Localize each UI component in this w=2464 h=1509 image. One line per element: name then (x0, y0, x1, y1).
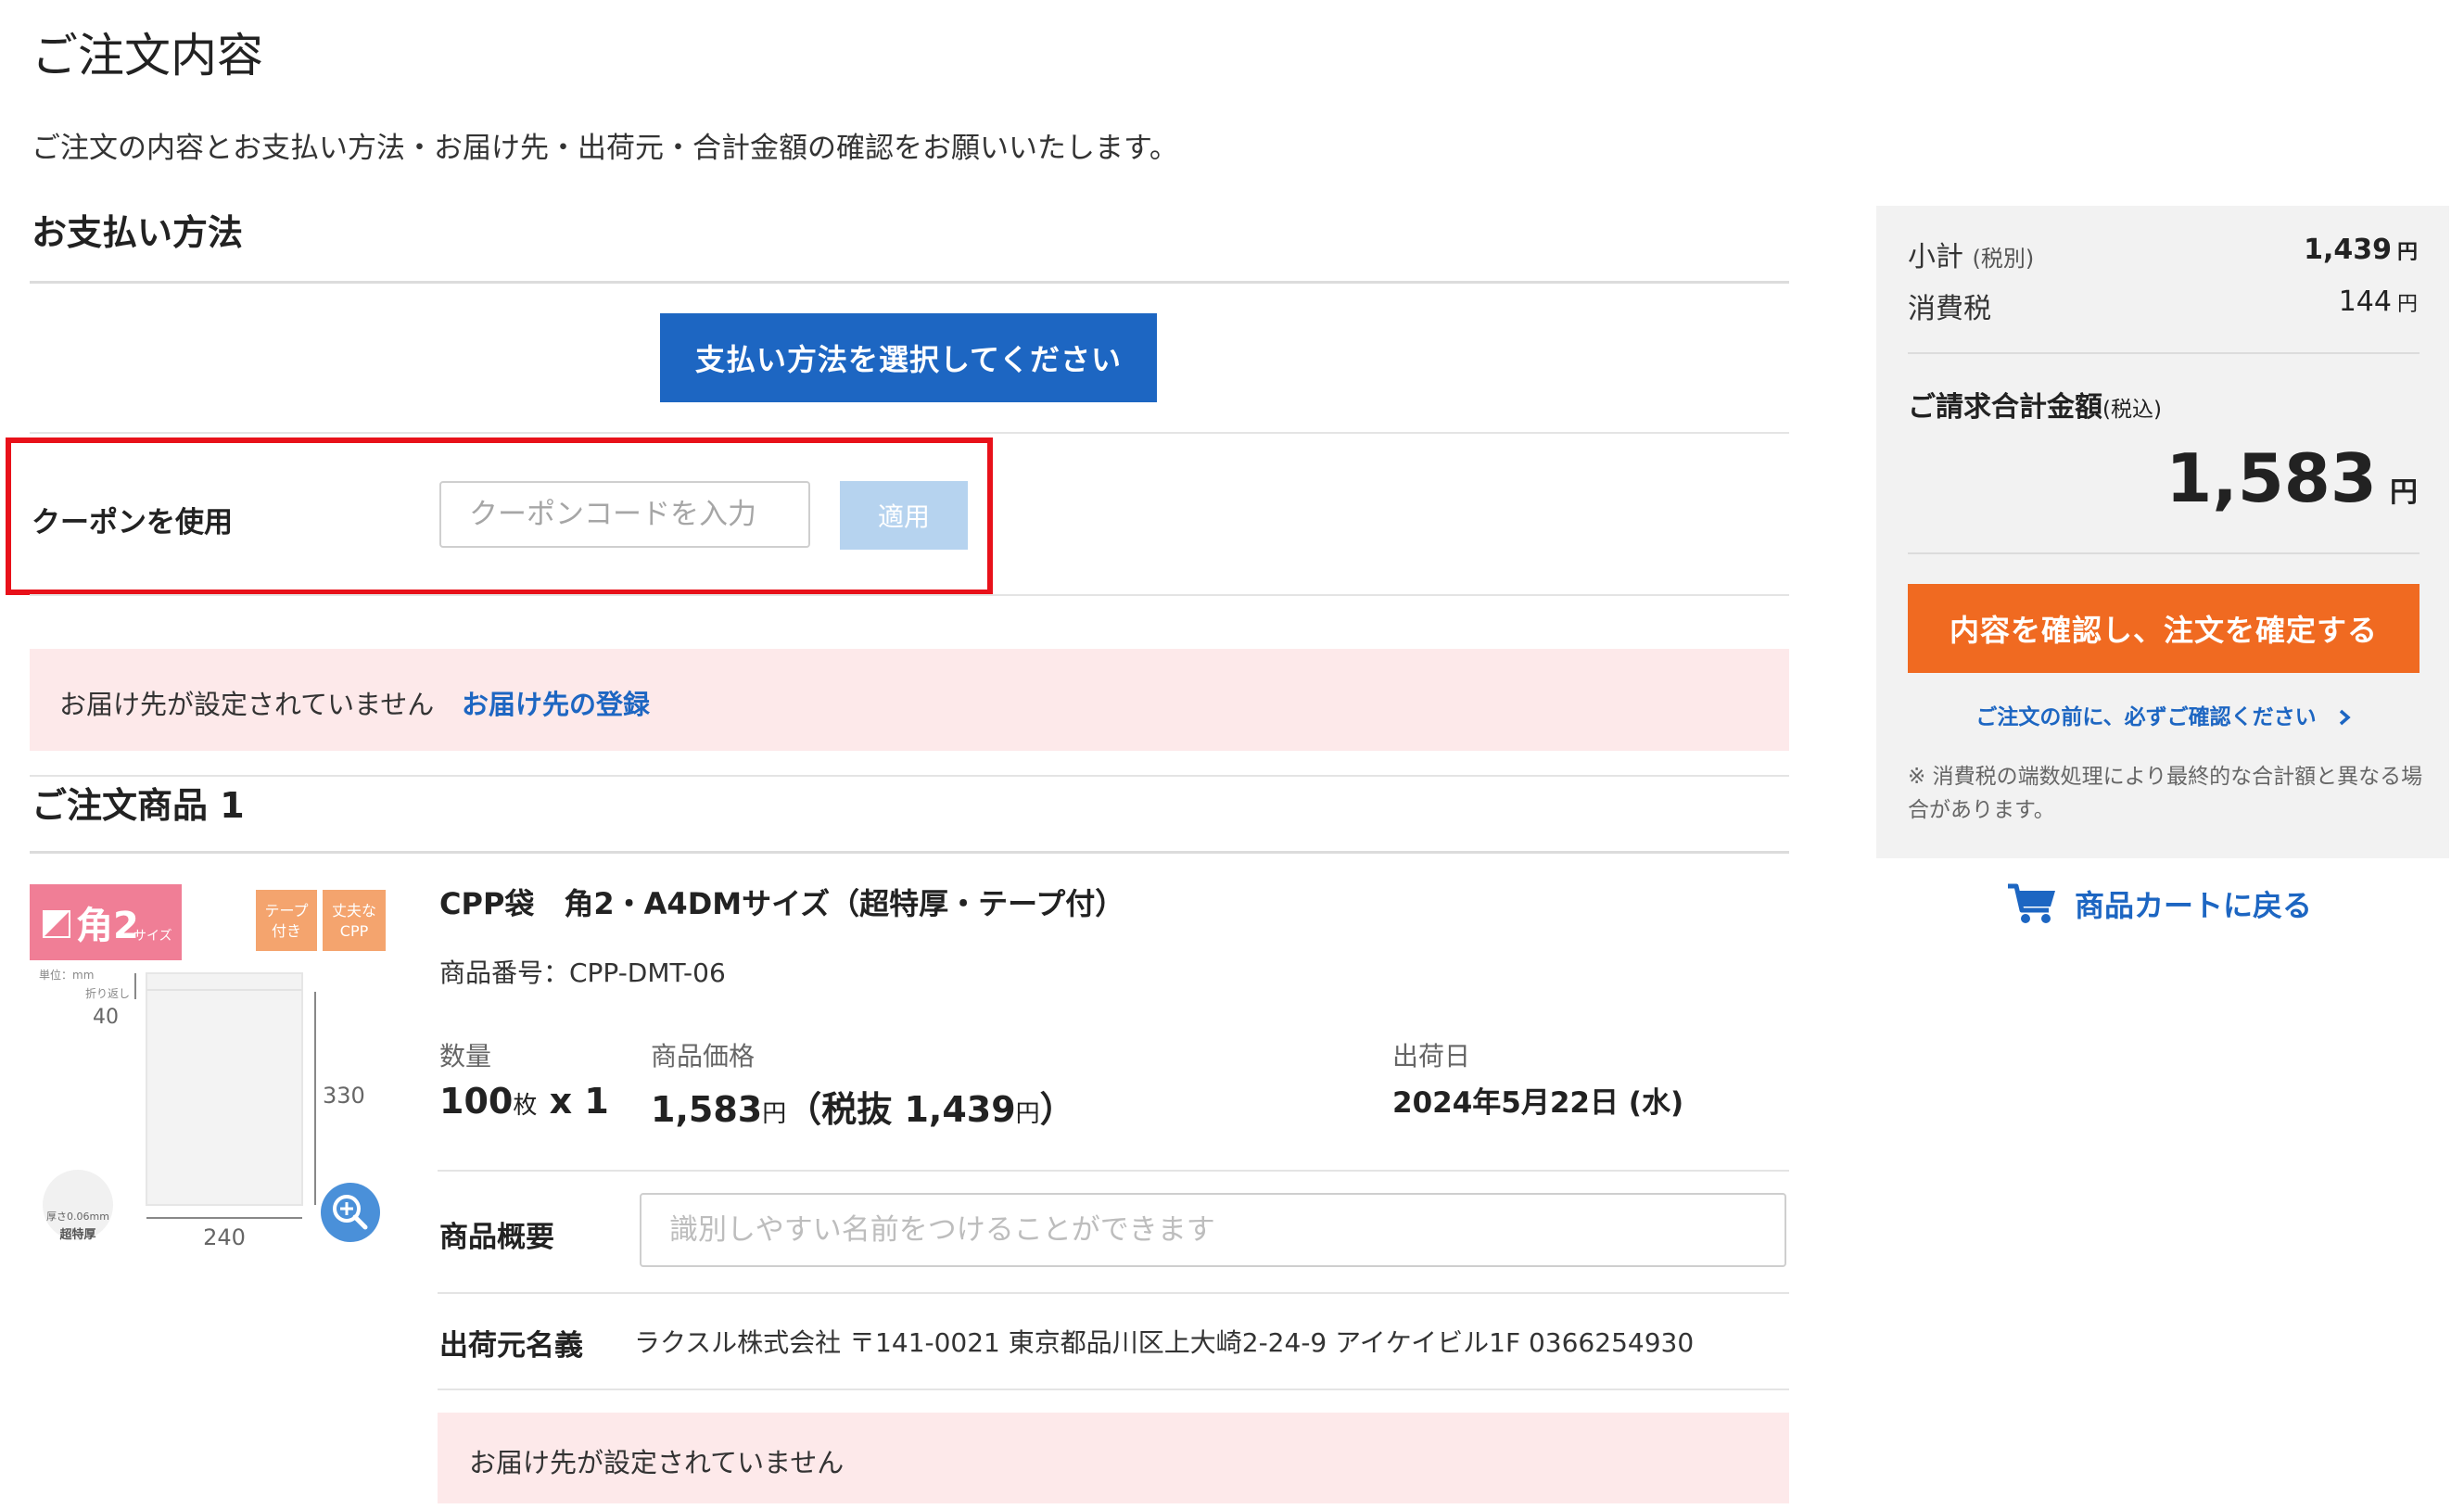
svg-text:折り返し: 折り返し (85, 986, 130, 1000)
divider (438, 1389, 1789, 1390)
svg-text:テープ: テープ (264, 902, 308, 919)
divider (1908, 352, 2420, 354)
total-label: ご請求合計金額(税込) (1908, 391, 2162, 424)
divider (438, 1170, 1789, 1172)
price-value: 1,583円（税抜 1,439円） (651, 1089, 1075, 1130)
register-delivery-link[interactable]: お届け先の登録 (462, 683, 650, 722)
item-delivery-alert-text: お届け先が設定されていません (469, 1447, 845, 1478)
product-image[interactable]: 角2 サイズ テープ 付き 丈夫な CPP 単位：mm 折り返し 40 330 … (30, 881, 393, 1251)
select-payment-button[interactable]: 支払い方法を選択してください (660, 313, 1157, 402)
subtotal-label: 小計 (税別) (1908, 241, 2035, 273)
page-title: ご注文内容 (32, 29, 263, 82)
product-code: 商品番号：CPP-DMT-06 (439, 957, 726, 988)
divider (30, 594, 1789, 596)
svg-text:丈夫な: 丈夫な (332, 902, 376, 919)
zoom-in-icon[interactable] (321, 1183, 380, 1242)
tax-rounding-notice: ※ 消費税の端数処理により最終的な合計額と異なる場合があります。 (1908, 765, 2423, 822)
tax-label: 消費税 (1908, 293, 1991, 325)
order-summary-panel: 小計 (税別) 1,439 円 消費税 144 円 ご請求合計金額(税込) 1,58… (1876, 206, 2449, 858)
ship-date-label: 出荷日 (1392, 1041, 1471, 1072)
svg-text:付き: 付き (272, 922, 301, 940)
confirm-order-button[interactable]: 内容を確認し、注文を確定する (1908, 584, 2420, 673)
quantity-value: 100枚 x 1 (439, 1081, 609, 1122)
svg-text:単位：mm: 単位：mm (39, 968, 94, 982)
product-name: CPP袋 角2・A4DMサイズ（超特厚・テープ付） (439, 886, 1125, 921)
strong-tag (323, 890, 386, 951)
coupon-label: クーポンを使用 (32, 506, 233, 539)
svg-text:CPP: CPP (340, 922, 369, 940)
tape-tag (256, 890, 317, 951)
quantity-label: 数量 (439, 1041, 492, 1072)
divider (438, 1292, 1789, 1294)
page-intro: ご注文の内容とお支払い方法・お届け先・出荷元・合計金額の確認をお願いいたします。 (32, 132, 1178, 165)
cart-icon (2008, 883, 2055, 923)
shipper-name-label: 出荷元名義 (439, 1329, 583, 1363)
svg-text:サイズ: サイズ (133, 929, 172, 944)
total-value: 1,583 円 (2166, 439, 2418, 517)
product-summary-input[interactable] (640, 1193, 1786, 1267)
svg-text:330: 330 (323, 1083, 365, 1109)
divider (30, 281, 1789, 284)
pre-order-check-link[interactable]: ご注文の前に、必ずご確認ください (1908, 699, 2420, 730)
bag-illustration (146, 972, 303, 1206)
shipper-name-value: ラクスル株式会社 〒141-0021 東京都品川区上大崎2-24-9 アイケイビ… (634, 1327, 1695, 1358)
ship-date-value: 2024年5月22日 (水) (1392, 1086, 1684, 1120)
subtotal-value: 1,439 円 (2304, 234, 2418, 266)
price-label: 商品価格 (651, 1041, 756, 1072)
payment-heading: お支払い方法 (32, 212, 244, 253)
svg-text:240: 240 (203, 1224, 246, 1250)
delivery-alert-text: お届け先が設定されていません (59, 689, 435, 720)
tax-value: 144 円 (2338, 285, 2418, 318)
divider (30, 851, 1789, 854)
coupon-code-input[interactable] (439, 481, 810, 548)
divider (1908, 552, 2420, 554)
divider (30, 775, 1789, 777)
svg-text:厚さ0.06mm: 厚さ0.06mm (46, 1211, 109, 1223)
chevron-right-icon (2339, 709, 2351, 726)
order-confirmation-page: ご注文内容 ご注文の内容とお支払い方法・お届け先・出荷元・合計金額の確認をお願い… (0, 0, 2464, 1509)
back-to-cart-link[interactable]: 商品カートに戻る (2006, 882, 2312, 925)
svg-text:超特厚: 超特厚 (59, 1227, 95, 1242)
coupon-apply-button[interactable]: 適用 (840, 481, 968, 550)
product-summary-label: 商品概要 (439, 1221, 554, 1254)
divider (30, 432, 1789, 434)
order-item-heading: ご注文商品 1 (32, 785, 245, 826)
svg-text:40: 40 (93, 1006, 119, 1029)
size-badge-label: 角2 (76, 905, 139, 947)
